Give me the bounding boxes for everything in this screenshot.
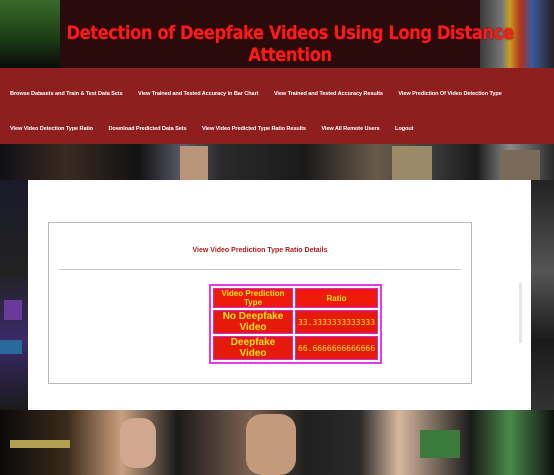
- nav-accuracy-results[interactable]: View Trained and Tested Accuracy Results: [274, 91, 383, 97]
- nav-predicted-type-ratio-results[interactable]: View Video Predicted Type Ratio Results: [202, 126, 306, 132]
- nav-row-2: View Video Detection Type Ratio Download…: [10, 117, 424, 133]
- cell-ratio: 33.3333333333333: [295, 310, 379, 334]
- nav-logout[interactable]: Logout: [395, 126, 413, 132]
- ratio-table: Video Prediction Type Ratio No Deepfake …: [209, 284, 383, 364]
- main-nav: Browse Datasets and Train & Test Data Se…: [0, 68, 554, 144]
- cell-prediction-type: Deepfake Video: [213, 336, 293, 360]
- nav-accuracy-bar-chart[interactable]: View Trained and Tested Accuracy in Bar …: [138, 91, 258, 97]
- nav-download-predicted[interactable]: Download Predicted Data Sets: [108, 126, 186, 132]
- nav-row-1: Browse Datasets and Train & Test Data Se…: [10, 82, 513, 98]
- nav-detection-type-ratio[interactable]: View Video Detection Type Ratio: [10, 126, 93, 132]
- table-header-row: Video Prediction Type Ratio: [213, 288, 379, 308]
- table-row: Deepfake Video 66.6666666666666: [213, 336, 379, 360]
- page-title: View Video Prediction Type Ratio Details: [192, 247, 328, 254]
- app-title: Detection of Deepfake Videos Using Long …: [66, 22, 514, 66]
- scrollbar[interactable]: [519, 283, 522, 343]
- divider: [59, 269, 461, 270]
- nav-prediction-detection-type[interactable]: View Prediction Of Video Detection Type: [398, 91, 501, 97]
- column-header-type: Video Prediction Type: [213, 288, 293, 308]
- app-header: Detection of Deepfake Videos Using Long …: [0, 0, 554, 68]
- cell-prediction-type: No Deepfake Video: [213, 310, 293, 334]
- column-header-ratio: Ratio: [295, 288, 379, 308]
- table-row: No Deepfake Video 33.3333333333333: [213, 310, 379, 334]
- nav-remote-users[interactable]: View All Remote Users: [321, 126, 379, 132]
- cell-ratio: 66.6666666666666: [295, 336, 379, 360]
- nav-browse-datasets[interactable]: Browse Datasets and Train & Test Data Se…: [10, 91, 123, 97]
